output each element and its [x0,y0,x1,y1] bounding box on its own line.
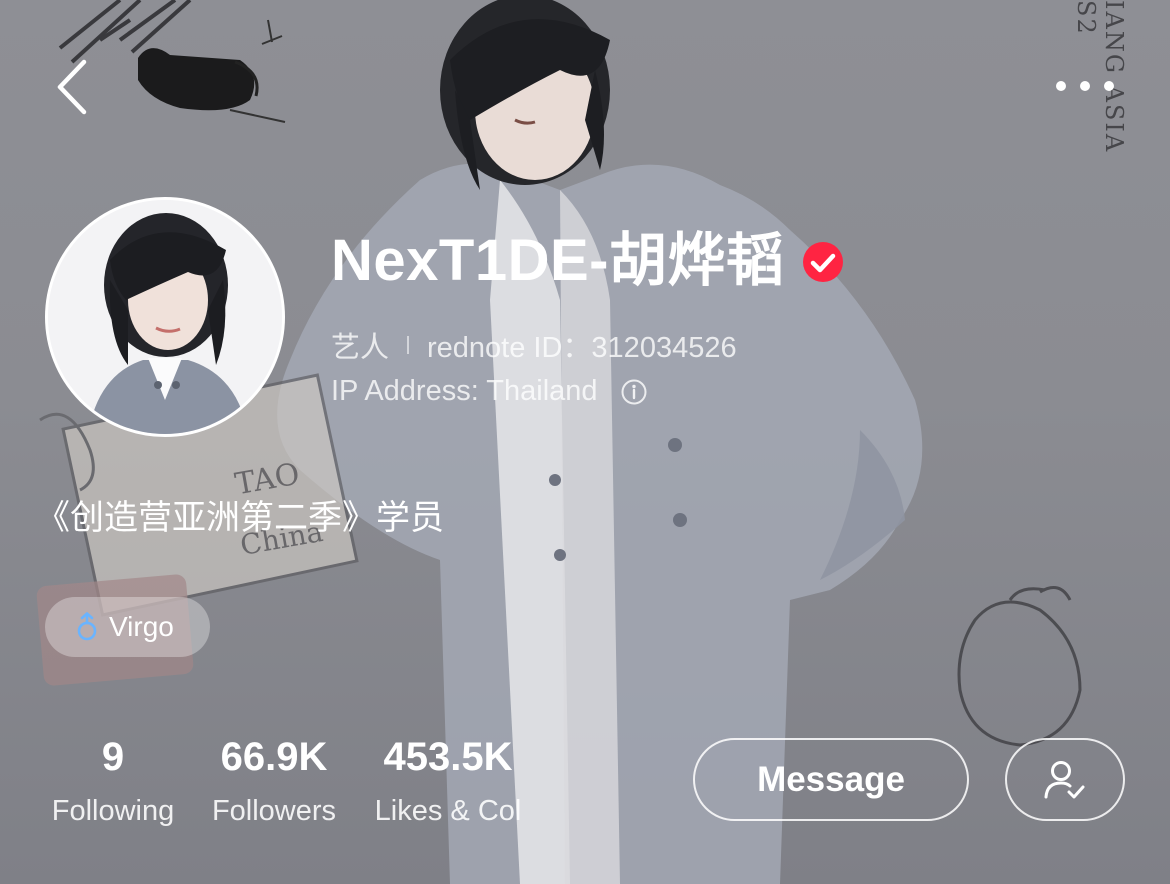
back-button[interactable] [40,52,104,122]
likes-label: Likes & Col [374,795,522,827]
zodiac-tag: Virgo [45,597,210,657]
verified-badge-icon [803,242,844,282]
stat-likes-collections[interactable]: 453.5K Likes & Col [366,733,530,831]
user-check-icon [1044,760,1085,798]
followers-count: 66.9K [220,735,328,779]
more-options-button[interactable] [1040,62,1130,110]
stat-following[interactable]: 9 Following [45,733,181,831]
profile-name-row: NexT1DE-胡烨韬 [331,226,844,296]
follow-status-button[interactable] [1005,738,1125,821]
profile-category: 艺人 [331,332,390,364]
ip-address-row: IP Address: Thailand [331,375,648,408]
profile-bio: 《创造营亚洲第二季》学员 [36,498,444,538]
following-count: 9 [101,735,125,779]
more-horizontal-icon [1056,81,1114,91]
followers-label: Followers [211,795,337,827]
zodiac-label: Virgo [109,611,174,642]
meta-divider [407,336,410,354]
stat-followers[interactable]: 66.9K Followers [204,733,344,831]
ip-address: IP Address: Thailand [331,375,598,407]
profile-meta: 艺人 rednote ID：312034526 [331,324,737,366]
rednote-id: rednote ID：312034526 [427,332,737,364]
profile-name: NexT1DE-胡烨韬 [331,228,785,293]
following-label: Following [51,795,175,827]
likes-count: 453.5K [383,735,513,779]
male-gender-icon [77,612,97,641]
profile-avatar[interactable] [45,197,285,437]
chevron-left-icon [57,59,87,115]
info-icon[interactable] [620,378,648,406]
avatar-image [48,200,282,434]
message-button[interactable]: Message [693,738,969,821]
